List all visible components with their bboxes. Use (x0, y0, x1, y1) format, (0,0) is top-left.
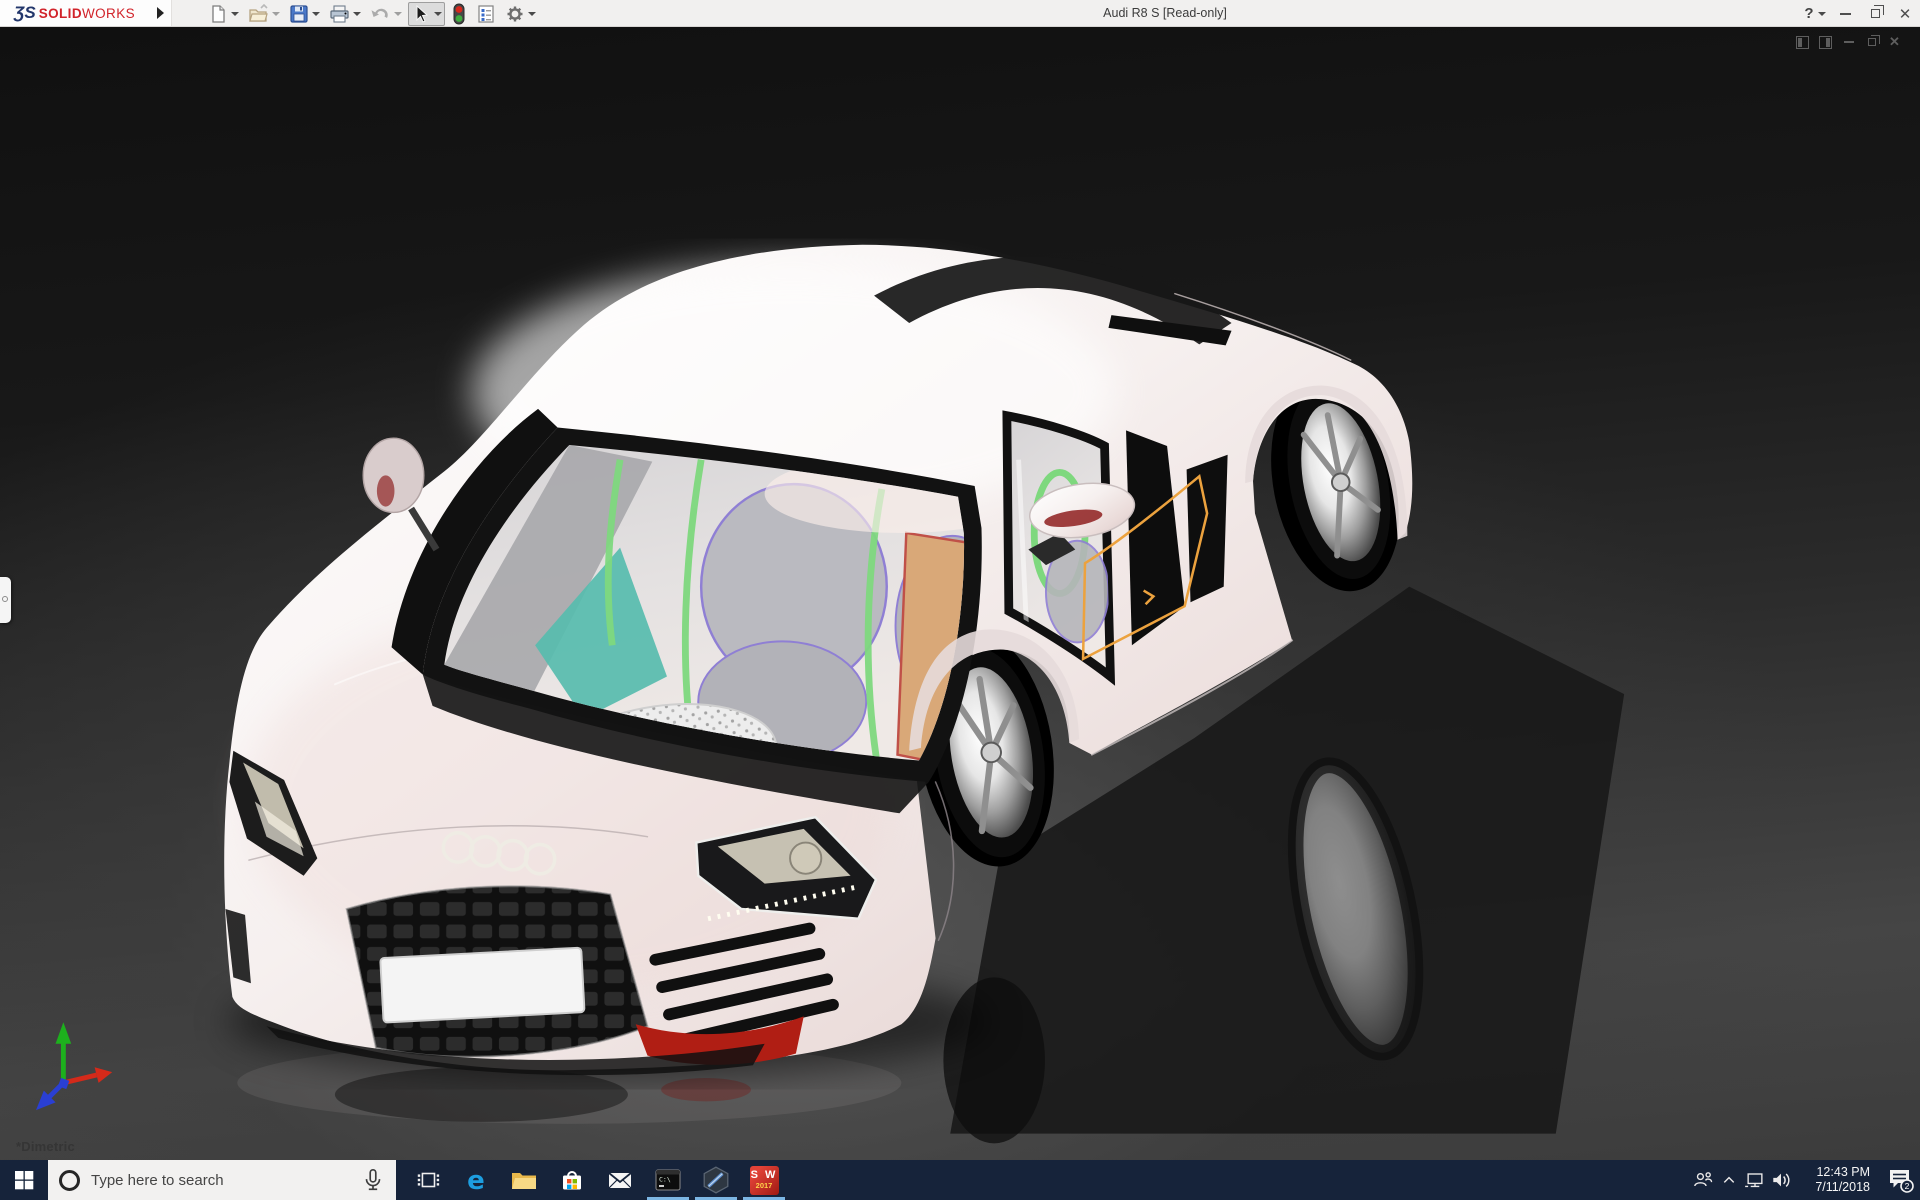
microphone-icon[interactable] (360, 1167, 386, 1193)
network-button[interactable] (1742, 1160, 1768, 1200)
brand-solid: SOLID (38, 5, 82, 21)
car-model-render (36, 244, 1625, 1144)
hidden-icons-chevron[interactable] (1716, 1160, 1742, 1200)
start-button[interactable] (0, 1160, 48, 1200)
rebuild-button[interactable] (448, 2, 470, 26)
network-icon (1745, 1173, 1763, 1188)
speaker-icon (1773, 1173, 1790, 1187)
options-button[interactable] (502, 2, 539, 26)
featuremanager-pane-button[interactable] (1791, 33, 1814, 51)
save-floppy-icon (290, 4, 308, 23)
flyout-arrow-icon (2, 596, 8, 602)
new-dropdown-caret[interactable] (231, 11, 239, 16)
options-dropdown-caret[interactable] (528, 11, 536, 16)
doc-close-icon: ✕ (1889, 34, 1900, 49)
chevron-up-icon (1723, 1176, 1735, 1183)
cortana-icon[interactable] (59, 1169, 80, 1191)
action-center-button[interactable]: 2 (1880, 1160, 1920, 1200)
doc-close-button[interactable]: ✕ (1883, 33, 1906, 51)
tray-clock[interactable]: 12:43 PM 7/11/2018 (1800, 1165, 1874, 1195)
undo-icon (371, 8, 388, 18)
window-controls: ? ✕ (1800, 0, 1920, 27)
ds-logo-glyph: ƷS (14, 3, 36, 22)
taskbar-search-input[interactable]: Type here to search (48, 1160, 396, 1200)
save-dropdown-caret[interactable] (312, 11, 320, 16)
solidworks-2017-icon: S W 2017 (749, 1165, 779, 1195)
menu-flyout-arrow-icon[interactable] (157, 7, 164, 19)
edge-icon: e (467, 1166, 485, 1195)
taskbar-app-hexagon[interactable] (692, 1160, 740, 1200)
help-dropdown-caret[interactable] (1817, 11, 1826, 16)
taskbar-app-mail[interactable] (596, 1160, 644, 1200)
document-window-controls: ✕ (1791, 33, 1906, 51)
command-prompt-icon: C:\ (655, 1169, 681, 1191)
rebuild-traffic-light-icon (453, 3, 465, 24)
display-pane-button[interactable] (1814, 33, 1837, 51)
volume-button[interactable] (1768, 1160, 1794, 1200)
search-placeholder: Type here to search (91, 1171, 224, 1189)
people-icon (1694, 1172, 1713, 1187)
open-folder-icon (249, 3, 268, 22)
title-bar: ƷS SOLID WORKS Audi R8 S [Read-only] ? ✕ (0, 0, 1920, 27)
hexagon-app-icon (703, 1166, 729, 1194)
store-icon (563, 1171, 581, 1190)
undo-dropdown-caret[interactable] (394, 11, 402, 16)
taskbar-app-edge[interactable]: e (452, 1160, 500, 1200)
svg-text:2: 2 (1905, 1181, 1910, 1191)
doc-minimize-button[interactable] (1837, 33, 1860, 51)
mail-icon (608, 1172, 632, 1189)
select-dropdown-caret[interactable] (434, 11, 442, 16)
solidworks-logo: ƷS SOLID WORKS (0, 0, 172, 26)
options-gear-icon (507, 6, 523, 21)
tray-time: 12:43 PM (1816, 1165, 1870, 1179)
select-cursor-icon (416, 4, 429, 23)
featuremanager-flyout-tab[interactable] (0, 577, 11, 623)
task-view-button[interactable] (404, 1160, 452, 1200)
open-dropdown-caret[interactable] (272, 11, 280, 16)
orientation-triad (36, 1022, 113, 1111)
view-orientation-label: *Dimetric (16, 1139, 75, 1154)
windows-logo-icon (15, 1171, 34, 1190)
new-document-icon (212, 4, 225, 23)
save-button[interactable] (286, 2, 323, 26)
new-document-button[interactable] (205, 2, 242, 26)
svg-text:C:\: C:\ (659, 1176, 671, 1184)
people-button[interactable] (1690, 1160, 1716, 1200)
file-properties-icon (478, 4, 494, 23)
action-center-icon: 2 (1890, 1170, 1914, 1193)
open-document-button[interactable] (245, 2, 283, 26)
file-properties-button[interactable] (473, 2, 499, 26)
tray-date: 7/11/2018 (1815, 1180, 1870, 1194)
print-button[interactable] (326, 2, 364, 26)
quick-access-toolbar (205, 1, 542, 26)
taskbar: Type here to search e C:\ S W 2017 12:43… (0, 1160, 1920, 1200)
print-icon (330, 4, 349, 23)
doc-restore-button[interactable] (1860, 33, 1883, 51)
help-button[interactable]: ? (1800, 0, 1830, 27)
taskbar-app-file-explorer[interactable] (500, 1160, 548, 1200)
close-button[interactable]: ✕ (1890, 0, 1920, 27)
system-tray: 12:43 PM 7/11/2018 2 (1690, 1160, 1920, 1200)
display-pane-icon (1819, 35, 1832, 49)
window-title: Audi R8 S [Read-only] (1103, 6, 1227, 20)
doc-minimize-icon (1843, 41, 1854, 43)
minimize-icon (1839, 12, 1851, 15)
undo-button[interactable] (367, 2, 405, 26)
taskbar-app-store[interactable] (548, 1160, 596, 1200)
graphics-area[interactable]: ✕ *Dimetric (0, 27, 1920, 1160)
file-explorer-icon (512, 1173, 536, 1189)
doc-restore-icon (1867, 35, 1880, 46)
minimize-button[interactable] (1830, 0, 1860, 27)
restore-icon (1870, 5, 1884, 18)
featuremanager-pane-icon (1796, 35, 1809, 49)
restore-button[interactable] (1860, 0, 1890, 27)
task-view-icon (417, 1172, 440, 1188)
brand-works: WORKS (82, 5, 136, 21)
print-dropdown-caret[interactable] (353, 11, 361, 16)
taskbar-app-solidworks-2017[interactable]: S W 2017 (740, 1160, 788, 1200)
select-tool-button[interactable] (408, 1, 445, 26)
taskbar-app-command-prompt[interactable]: C:\ (644, 1160, 692, 1200)
svg-text:e: e (467, 1166, 485, 1195)
